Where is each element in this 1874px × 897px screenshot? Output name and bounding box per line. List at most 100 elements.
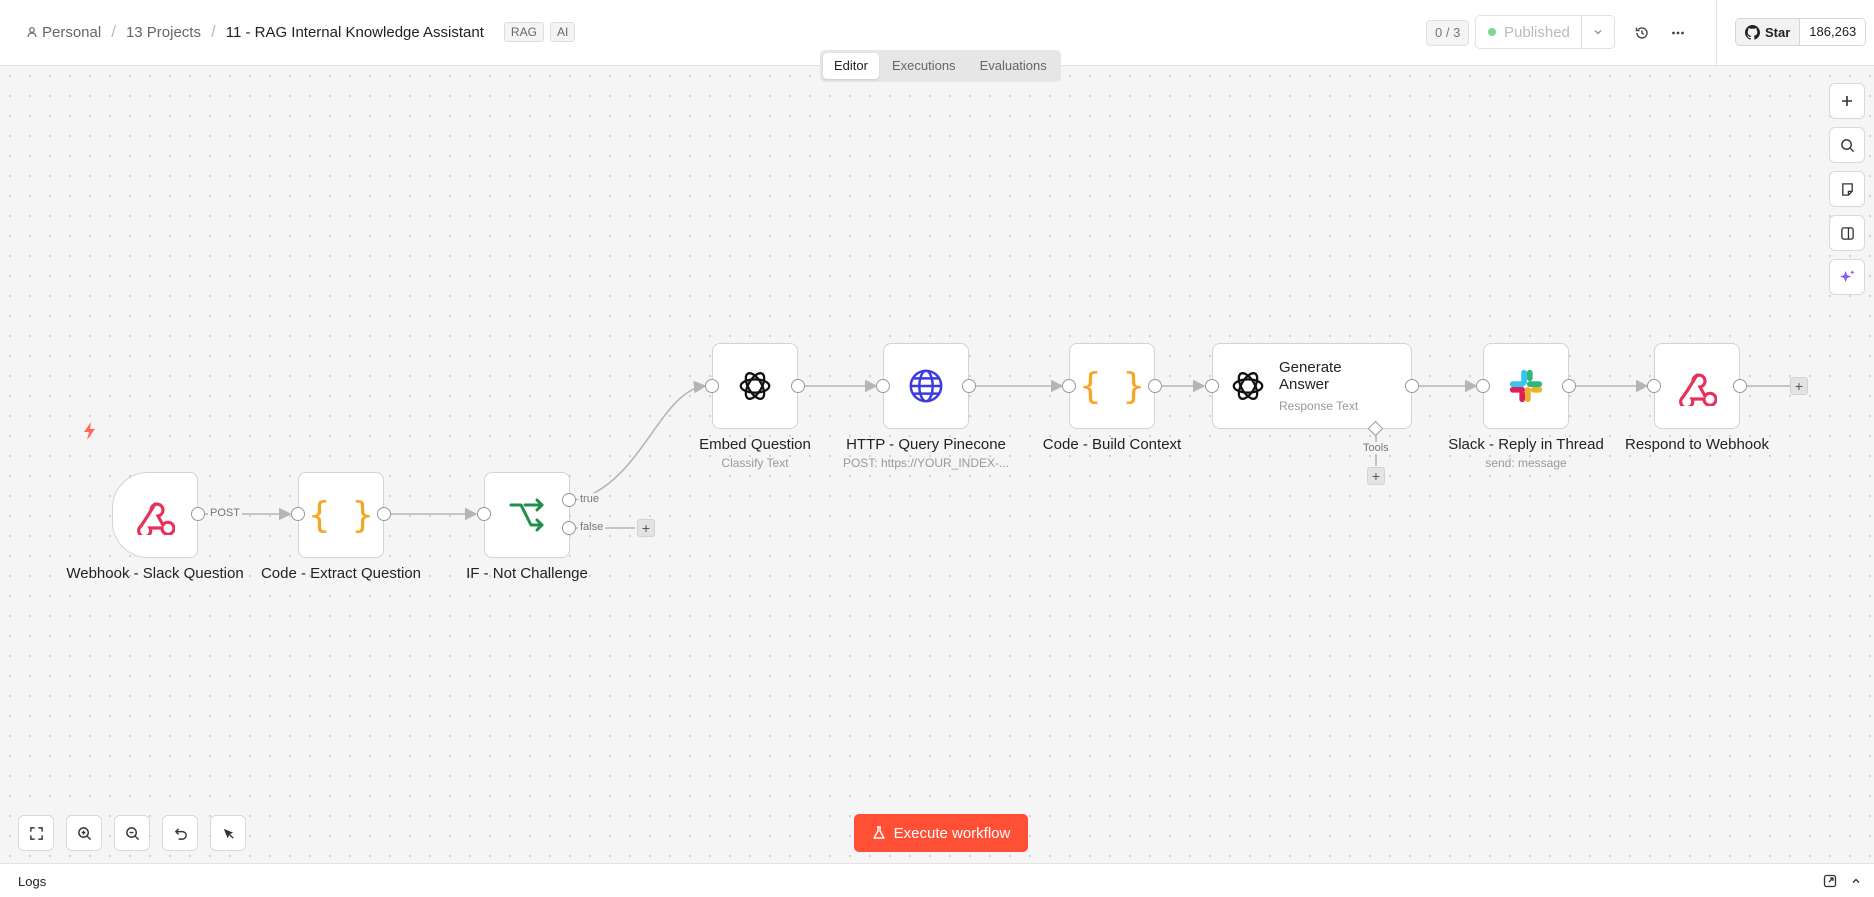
output-port[interactable] <box>1733 379 1747 393</box>
ai-assistant-button[interactable] <box>1829 259 1865 295</box>
publish-dropdown[interactable] <box>1582 16 1614 48</box>
popout-icon[interactable] <box>1822 873 1838 889</box>
zoom-in-button[interactable] <box>66 815 102 851</box>
node-label: Embed Question <box>699 436 811 453</box>
output-port-true[interactable] <box>562 493 576 507</box>
breadcrumb-projects[interactable]: 13 Projects <box>126 24 201 41</box>
tab-executions[interactable]: Executions <box>881 53 967 79</box>
node-if-not-challenge[interactable] <box>484 472 570 558</box>
github-star-button[interactable]: Star 186,263 <box>1735 18 1867 46</box>
publish-label: Published <box>1504 23 1570 41</box>
tidy-up-button[interactable] <box>210 815 246 851</box>
github-star-count[interactable]: 186,263 <box>1800 19 1866 45</box>
node-label: Code - Extract Question <box>260 565 422 582</box>
input-port[interactable] <box>1647 379 1661 393</box>
node-label: Webhook - Slack Question <box>66 565 244 582</box>
input-port[interactable] <box>1205 379 1219 393</box>
output-port-false[interactable] <box>562 521 576 535</box>
input-port[interactable] <box>1062 379 1076 393</box>
execute-workflow-button[interactable]: Execute workflow <box>854 814 1028 852</box>
edge-label-true: true <box>578 493 601 505</box>
node-respond-to-webhook[interactable] <box>1654 343 1740 429</box>
output-port[interactable] <box>962 379 976 393</box>
add-node-button[interactable]: + <box>1790 377 1808 395</box>
input-port[interactable] <box>477 507 491 521</box>
publish-button[interactable]: Published <box>1475 15 1615 49</box>
view-tabs: Editor Executions Evaluations <box>820 50 1061 82</box>
node-label: Slack - Reply in Thread <box>1448 436 1604 453</box>
sticky-note-icon <box>1841 182 1853 196</box>
output-port[interactable] <box>191 507 205 521</box>
node-subtitle: Classify Text <box>721 456 789 470</box>
node-http-query-pinecone[interactable] <box>883 343 969 429</box>
breadcrumb: Personal / 13 Projects / 11 - RAG Intern… <box>26 22 576 42</box>
fit-view-icon <box>29 826 43 840</box>
toggle-panel-button[interactable] <box>1829 215 1865 251</box>
node-label: HTTP - Query Pinecone <box>846 436 1006 453</box>
chevron-up-icon[interactable] <box>1848 873 1864 889</box>
output-port[interactable] <box>1148 379 1162 393</box>
breadcrumb-personal-label: Personal <box>42 23 102 41</box>
input-port[interactable] <box>705 379 719 393</box>
github-star[interactable]: Star <box>1736 19 1801 45</box>
add-node-panel-button[interactable] <box>1829 83 1865 119</box>
search-icon <box>1840 138 1854 152</box>
input-port[interactable] <box>876 379 890 393</box>
history-icon[interactable] <box>1631 22 1653 44</box>
output-port[interactable] <box>1405 379 1419 393</box>
add-node-button[interactable]: + <box>637 519 655 537</box>
breadcrumb-personal[interactable]: Personal <box>26 24 101 41</box>
node-label: Code - Build Context <box>1042 436 1182 453</box>
github-star-label: Star <box>1765 24 1791 40</box>
add-tool-button[interactable]: + <box>1367 467 1385 485</box>
node-label: Respond to Webhook <box>1625 436 1769 453</box>
node-text: Generate Answer Response Text <box>1279 359 1359 413</box>
node-generate-answer[interactable]: Generate Answer Response Text <box>1212 343 1412 429</box>
node-embed-question[interactable] <box>712 343 798 429</box>
node-webhook-slack-question[interactable] <box>112 472 198 558</box>
tab-editor[interactable]: Editor <box>823 53 879 79</box>
openai-icon <box>739 372 771 400</box>
breadcrumb-separator: / <box>210 22 216 41</box>
undo-icon <box>174 827 187 840</box>
plus-icon <box>1842 96 1852 106</box>
input-port[interactable] <box>1476 379 1490 393</box>
add-sticky-button[interactable] <box>1829 171 1865 207</box>
code-icon: { } <box>308 494 374 536</box>
webhook-icon <box>137 502 175 535</box>
zoom-out-button[interactable] <box>114 815 150 851</box>
github-icon <box>1745 24 1760 40</box>
code-icon: { } <box>1079 365 1145 407</box>
input-port[interactable] <box>291 507 305 521</box>
edge-label-post: POST <box>208 507 242 519</box>
tag-ai[interactable]: AI <box>549 22 576 42</box>
fit-view-button[interactable] <box>18 815 54 851</box>
output-port[interactable] <box>377 507 391 521</box>
tag-rag[interactable]: RAG <box>503 22 544 42</box>
search-nodes-button[interactable] <box>1829 127 1865 163</box>
node-slack-reply-in-thread[interactable] <box>1483 343 1569 429</box>
workflow-tags[interactable]: RAG AI <box>498 22 576 42</box>
workflow-name[interactable]: 11 - RAG Internal Knowledge Assistant <box>226 24 484 41</box>
more-icon[interactable] <box>1667 22 1689 44</box>
publish-status[interactable]: Published <box>1476 16 1582 48</box>
node-label: IF - Not Challenge <box>466 565 588 582</box>
output-port[interactable] <box>791 379 805 393</box>
output-port[interactable] <box>1562 379 1576 393</box>
divider <box>1716 0 1717 66</box>
flask-icon <box>872 826 885 839</box>
globe-icon <box>909 369 943 403</box>
sparkle-icon <box>1839 269 1855 282</box>
node-code-build-context[interactable]: { } <box>1069 343 1155 429</box>
zoom-out-icon <box>125 826 139 840</box>
node-subtitle: send: message <box>1485 456 1567 470</box>
logs-panel-bar[interactable]: Logs <box>0 863 1874 897</box>
tab-evaluations[interactable]: Evaluations <box>969 53 1058 79</box>
node-subtitle: POST: https://YOUR_INDEX-... <box>842 456 1010 470</box>
workflow-canvas[interactable]: POST Webhook - Slack Question { } Code -… <box>0 66 1874 863</box>
person-icon <box>27 27 37 38</box>
undo-button[interactable] <box>162 815 198 851</box>
branch-icon <box>509 498 544 532</box>
node-code-extract-question[interactable]: { } <box>298 472 384 558</box>
tidy-icon <box>223 828 234 839</box>
